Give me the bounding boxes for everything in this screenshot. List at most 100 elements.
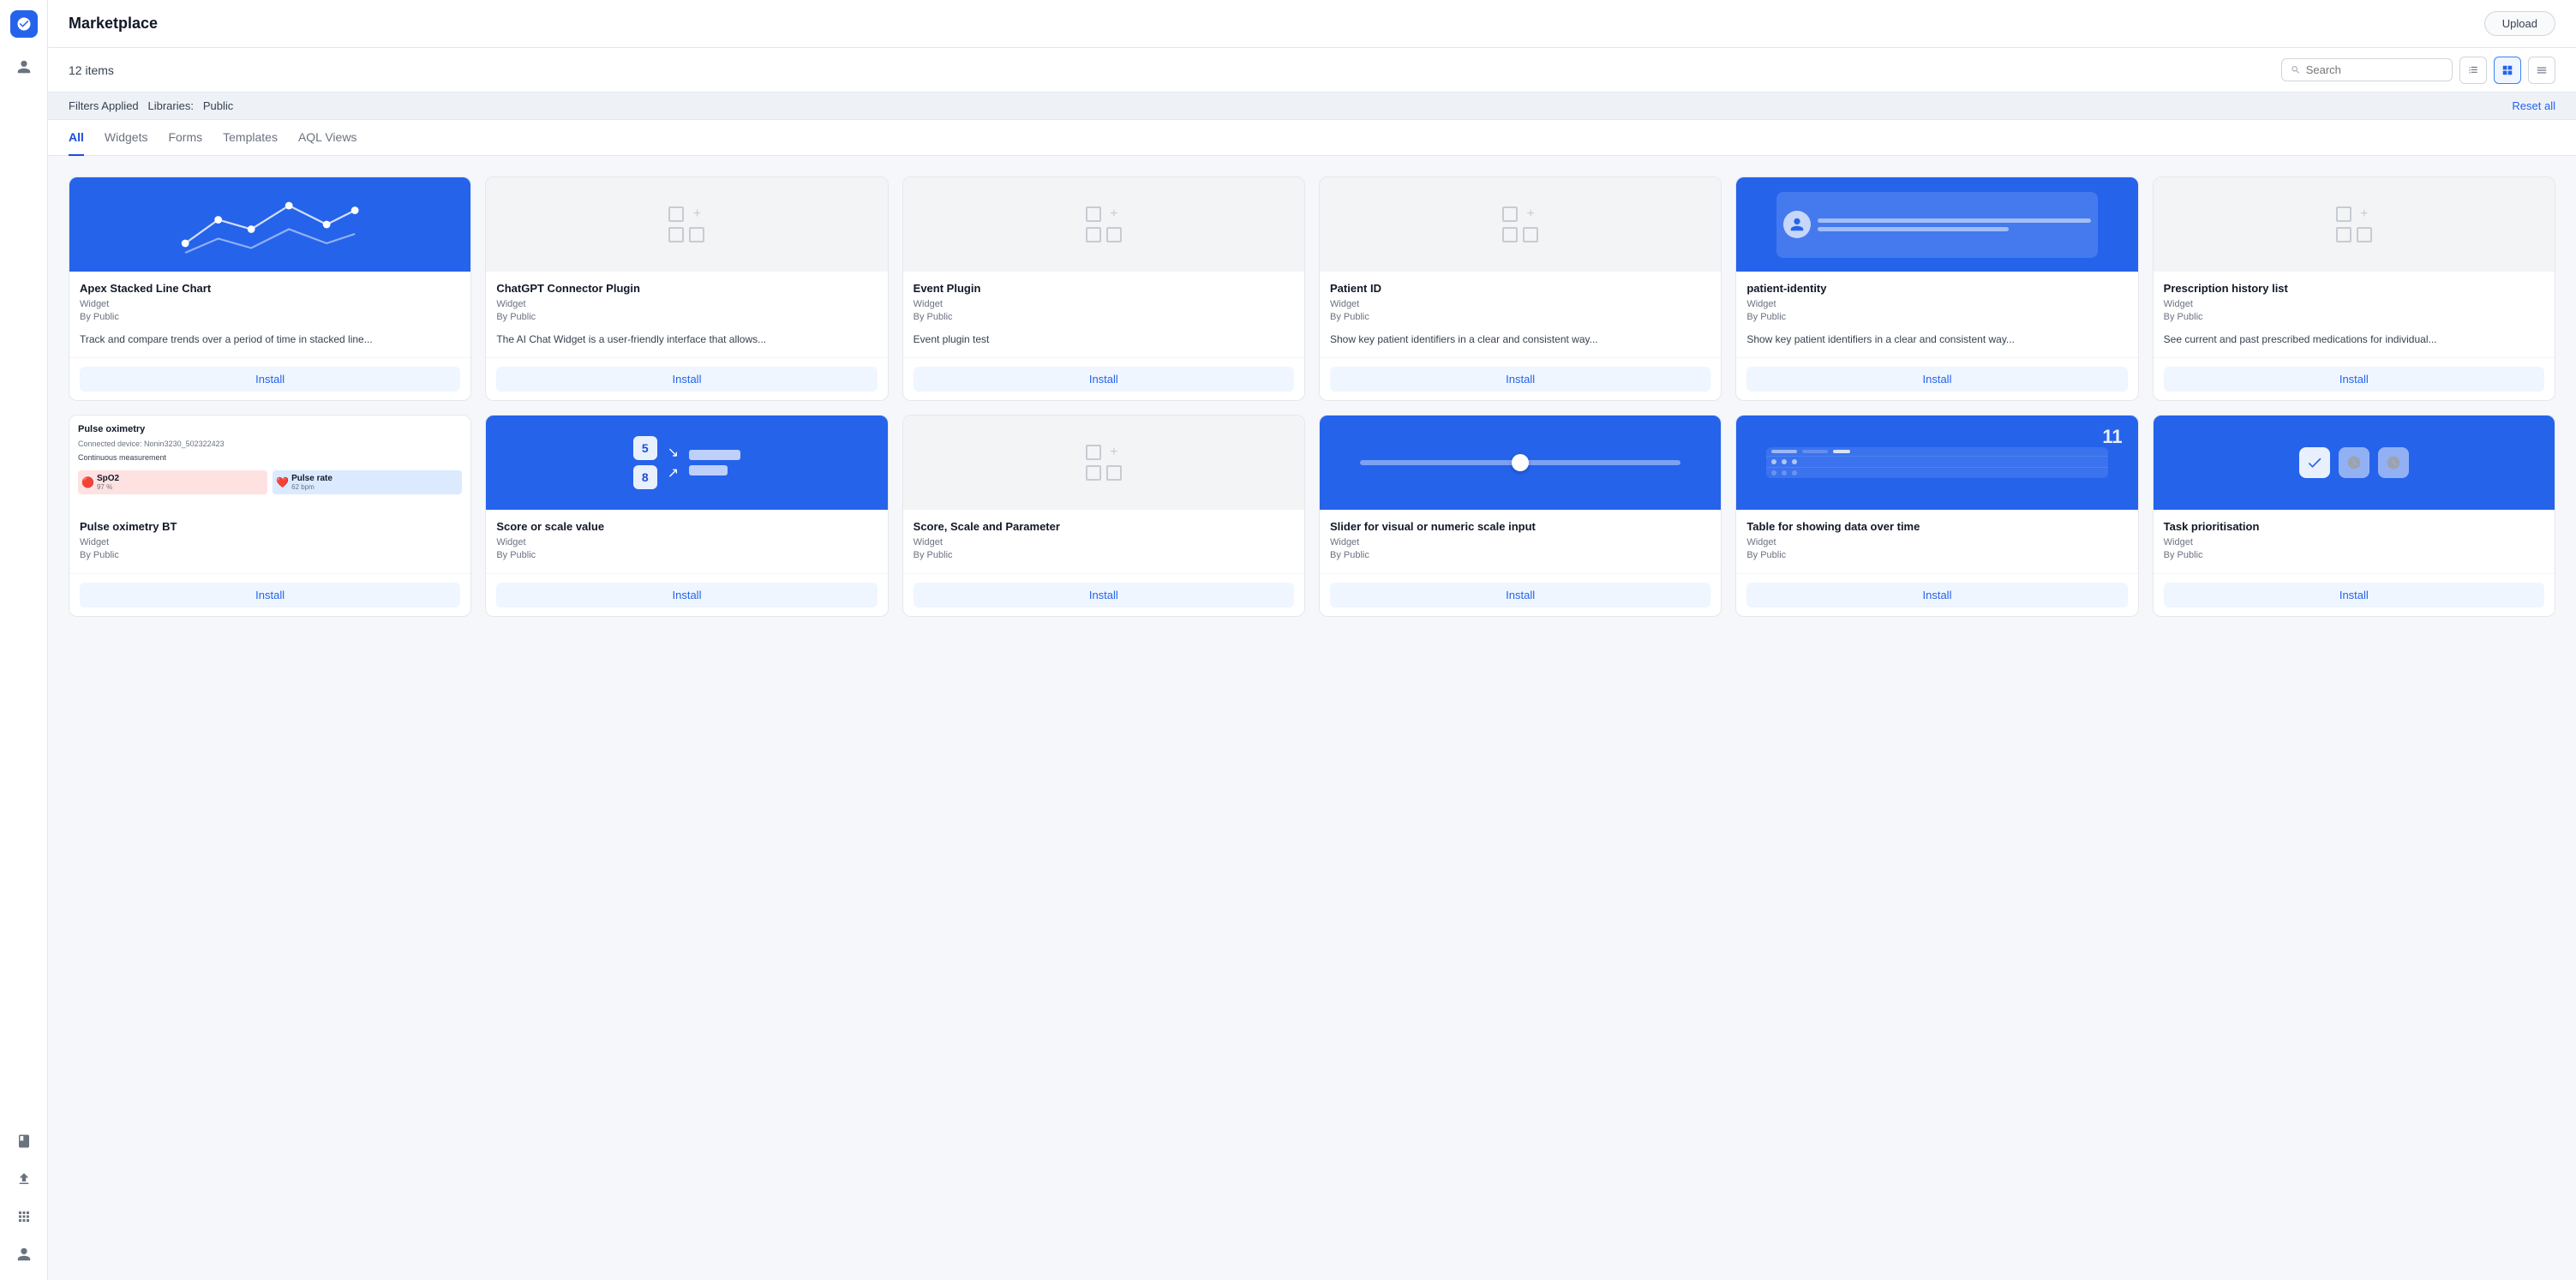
score-bars — [689, 450, 740, 476]
slider-dot — [1512, 454, 1529, 471]
install-button[interactable]: Install — [914, 367, 1294, 392]
card-title: Apex Stacked Line Chart — [80, 282, 460, 295]
card-type: WidgetBy Public — [1330, 298, 1710, 325]
arrow-up-right: ↗ — [668, 464, 679, 481]
spo2-value: SpO2 — [97, 474, 119, 483]
card-footer: Install — [2154, 573, 2555, 616]
grid-plus-icon: + — [1086, 206, 1122, 242]
score-num-5: 5 — [633, 436, 657, 460]
reset-all-button[interactable]: Reset all — [2512, 99, 2555, 112]
grid-sq-1 — [1502, 206, 1518, 222]
grid-sq-2 — [2336, 227, 2351, 242]
install-button[interactable]: Install — [914, 583, 1294, 607]
install-button[interactable]: Install — [1746, 583, 2127, 607]
install-button[interactable]: Install — [1330, 367, 1710, 392]
score-nums: 5 8 — [633, 436, 657, 489]
patient-avatar — [1783, 211, 1811, 238]
patient-line-1 — [1818, 218, 2091, 223]
sidebar-item-upload[interactable] — [9, 1163, 39, 1194]
sidebar-item-person[interactable] — [9, 1239, 39, 1270]
grid-plus: + — [1106, 206, 1122, 222]
tab-templates[interactable]: Templates — [223, 120, 278, 156]
search-box[interactable] — [2281, 58, 2453, 81]
sidebar — [0, 0, 48, 1280]
tab-widgets[interactable]: Widgets — [105, 120, 148, 156]
card-title: Slider for visual or numeric scale input — [1330, 520, 1710, 533]
card-footer: Install — [903, 573, 1304, 616]
view-list-button[interactable] — [2459, 57, 2487, 84]
install-button[interactable]: Install — [80, 367, 460, 392]
items-count: 12 items — [69, 63, 114, 77]
patient-lines — [1818, 218, 2091, 231]
sidebar-item-book[interactable] — [9, 1126, 39, 1157]
install-button[interactable]: Install — [2164, 583, 2544, 607]
card-title: Table for showing data over time — [1746, 520, 2127, 533]
grid-sq-3 — [1106, 227, 1122, 242]
tab-all[interactable]: All — [69, 120, 84, 156]
table-mock-row-2 — [1766, 468, 2107, 478]
filter-text: Filters Applied Libraries: Public — [69, 99, 233, 112]
install-button[interactable]: Install — [1330, 583, 1710, 607]
grid-sq-1 — [1086, 206, 1101, 222]
grid-sq-1 — [1086, 445, 1101, 460]
spo2-num: 97 % — [97, 483, 119, 491]
card-type: WidgetBy Public — [1746, 298, 2127, 325]
card-type: WidgetBy Public — [2164, 536, 2544, 563]
page-title: Marketplace — [69, 15, 158, 33]
card-type: WidgetBy Public — [914, 298, 1294, 325]
app-logo — [10, 10, 38, 38]
card-task-prioritisation: Task prioritisation WidgetBy Public Inst… — [2153, 415, 2555, 617]
card-footer: Install — [1736, 357, 2137, 400]
upload-button[interactable]: Upload — [2484, 11, 2555, 36]
search-input[interactable] — [2306, 63, 2443, 76]
install-button[interactable]: Install — [496, 367, 877, 392]
card-thumbnail-task — [2154, 416, 2555, 510]
card-title: Score, Scale and Parameter — [914, 520, 1294, 533]
card-footer: Install — [69, 357, 470, 400]
table-mock — [1766, 447, 2107, 478]
heart-icon: ❤️ — [276, 476, 289, 488]
score-thumb: 5 8 ↘ ↗ — [486, 416, 887, 510]
card-type: WidgetBy Public — [80, 298, 460, 325]
card-body-scoreparam: Score, Scale and Parameter WidgetBy Publ… — [903, 510, 1304, 573]
install-button[interactable]: Install — [80, 583, 460, 607]
install-button[interactable]: Install — [496, 583, 877, 607]
table-thumb: 11 — [1736, 416, 2137, 510]
task-clock-icon-1 — [2339, 447, 2369, 478]
card-table-data: 11 Table for showing data over time Widg… — [1735, 415, 2138, 617]
install-button[interactable]: Install — [2164, 367, 2544, 392]
grid-sq-3 — [689, 227, 704, 242]
grid-sq-3 — [1106, 465, 1122, 481]
sidebar-item-user[interactable] — [9, 51, 39, 82]
tab-forms[interactable]: Forms — [168, 120, 202, 156]
card-title: Patient ID — [1330, 282, 1710, 295]
task-clock-icon-2 — [2378, 447, 2409, 478]
filter-bar: Filters Applied Libraries: Public Reset … — [48, 93, 2576, 120]
tab-aql-views[interactable]: AQL Views — [298, 120, 356, 156]
grid-plus-icon: + — [2336, 206, 2372, 242]
card-title: Event Plugin — [914, 282, 1294, 295]
card-body-task: Task prioritisation WidgetBy Public — [2154, 510, 2555, 573]
filter-label: Filters Applied — [69, 99, 139, 112]
card-title: Pulse oximetry BT — [80, 520, 460, 533]
patient-line-2 — [1818, 227, 2009, 231]
card-type: WidgetBy Public — [1330, 536, 1710, 563]
install-button[interactable]: Install — [1746, 367, 2127, 392]
card-footer: Install — [903, 357, 1304, 400]
view-menu-button[interactable] — [2528, 57, 2555, 84]
sidebar-item-grid[interactable] — [9, 1201, 39, 1232]
card-title: Score or scale value — [496, 520, 877, 533]
card-prescription-history: + Prescription history list WidgetBy Pub… — [2153, 176, 2555, 401]
card-body-pulse: Pulse oximetry BT WidgetBy Public — [69, 510, 470, 573]
card-patient-id: + Patient ID WidgetBy Public Show key pa… — [1319, 176, 1722, 401]
view-grid-button[interactable] — [2494, 57, 2521, 84]
card-chatgpt-connector: + ChatGPT Connector Plugin WidgetBy Publ… — [485, 176, 888, 401]
grid-sq-2 — [1086, 227, 1101, 242]
spo2-value-group: SpO2 97 % — [97, 474, 119, 491]
card-thumbnail-table: 11 — [1736, 416, 2137, 510]
card-title: ChatGPT Connector Plugin — [496, 282, 877, 295]
page-header: Marketplace Upload — [48, 0, 2576, 48]
cards-grid: Apex Stacked Line Chart WidgetBy Public … — [69, 176, 2555, 617]
card-type: WidgetBy Public — [496, 536, 877, 563]
pulse-metrics-row: 🔴 SpO2 97 % ❤️ Pulse rate 62 b — [78, 470, 462, 494]
